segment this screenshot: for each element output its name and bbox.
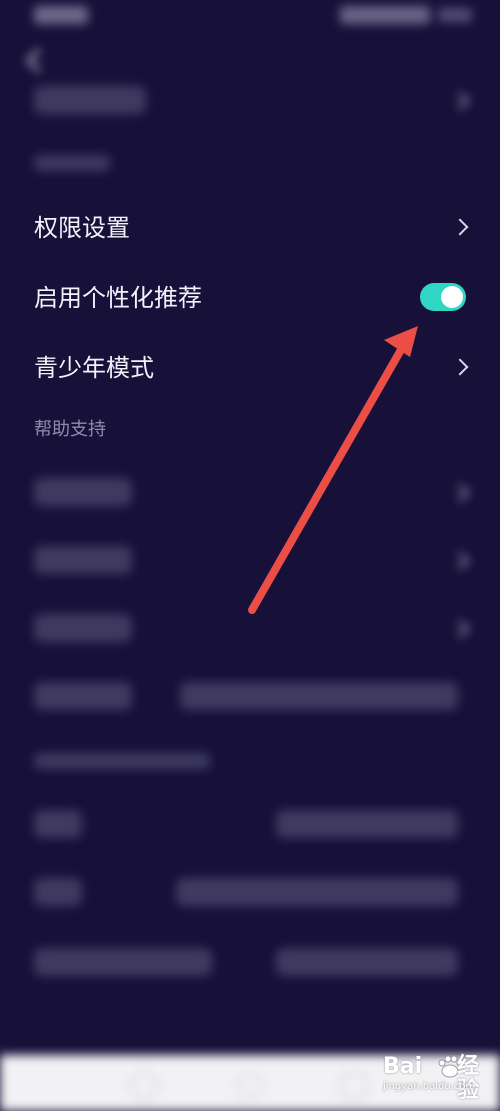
settings-row-blurred[interactable] <box>0 464 500 524</box>
settings-row-teen-mode[interactable]: 青少年模式 <box>0 338 500 398</box>
settings-row-label: 青少年模式 <box>34 354 154 382</box>
row-value-placeholder <box>276 948 458 976</box>
chevron-right-icon <box>451 218 469 236</box>
nav-back-icon[interactable] <box>125 1067 163 1105</box>
row-label-placeholder <box>34 614 132 642</box>
settings-row-personalized-recommendation[interactable]: 启用个性化推荐 <box>0 268 500 328</box>
row-label-placeholder <box>34 810 82 838</box>
nav-home-icon[interactable] <box>237 1073 263 1099</box>
watermark-url: jingyan.baidu.com <box>383 1081 476 1092</box>
settings-row-blurred[interactable] <box>0 796 500 856</box>
settings-row-label: 权限设置 <box>34 214 130 242</box>
row-label-placeholder <box>34 478 132 506</box>
status-indicators-icon <box>340 6 430 24</box>
row-label-placeholder <box>34 86 146 114</box>
chevron-right-icon <box>451 92 469 110</box>
settings-row-blurred[interactable] <box>0 532 500 592</box>
nav-recent-icon[interactable] <box>341 1073 367 1099</box>
chevron-right-icon <box>451 552 469 570</box>
settings-row-blurred[interactable] <box>0 934 500 994</box>
switch-knob <box>441 286 463 308</box>
status-signal-icon <box>34 6 88 24</box>
baidu-jingyan-watermark: Bai 经验 jingyan.baidu.com <box>383 1054 483 1103</box>
back-icon[interactable] <box>26 48 51 73</box>
settings-row-label: 启用个性化推荐 <box>34 284 202 312</box>
personalized-recommendation-switch[interactable] <box>420 283 466 311</box>
watermark-brand: Bai <box>383 1054 423 1079</box>
row-value-placeholder <box>180 682 458 710</box>
row-label-placeholder <box>34 948 212 976</box>
row-label-placeholder <box>34 546 132 574</box>
watermark-suffix: 经验 <box>457 1054 480 1103</box>
section-title-help: 帮助支持 <box>34 419 106 440</box>
settings-screen: 权限设置 启用个性化推荐 青少年模式 帮助支持 Bai 经验 jingyan.b… <box>0 0 500 1111</box>
section-title-blurred <box>34 750 210 778</box>
status-time <box>438 8 472 22</box>
chevron-right-icon <box>451 358 469 376</box>
settings-row-blurred[interactable] <box>0 864 500 924</box>
status-bar <box>0 0 500 34</box>
chevron-right-icon <box>451 484 469 502</box>
settings-row-permissions[interactable]: 权限设置 <box>0 198 500 258</box>
section-title-blurred <box>34 152 110 180</box>
row-value-placeholder <box>176 878 458 906</box>
settings-row-blurred[interactable] <box>0 600 500 660</box>
chevron-right-icon <box>451 620 469 638</box>
settings-row-blurred[interactable] <box>0 668 500 728</box>
row-label-placeholder <box>34 682 132 710</box>
row-value-placeholder <box>276 810 458 838</box>
settings-row-blurred[interactable] <box>0 72 500 132</box>
row-label-placeholder <box>34 878 82 906</box>
